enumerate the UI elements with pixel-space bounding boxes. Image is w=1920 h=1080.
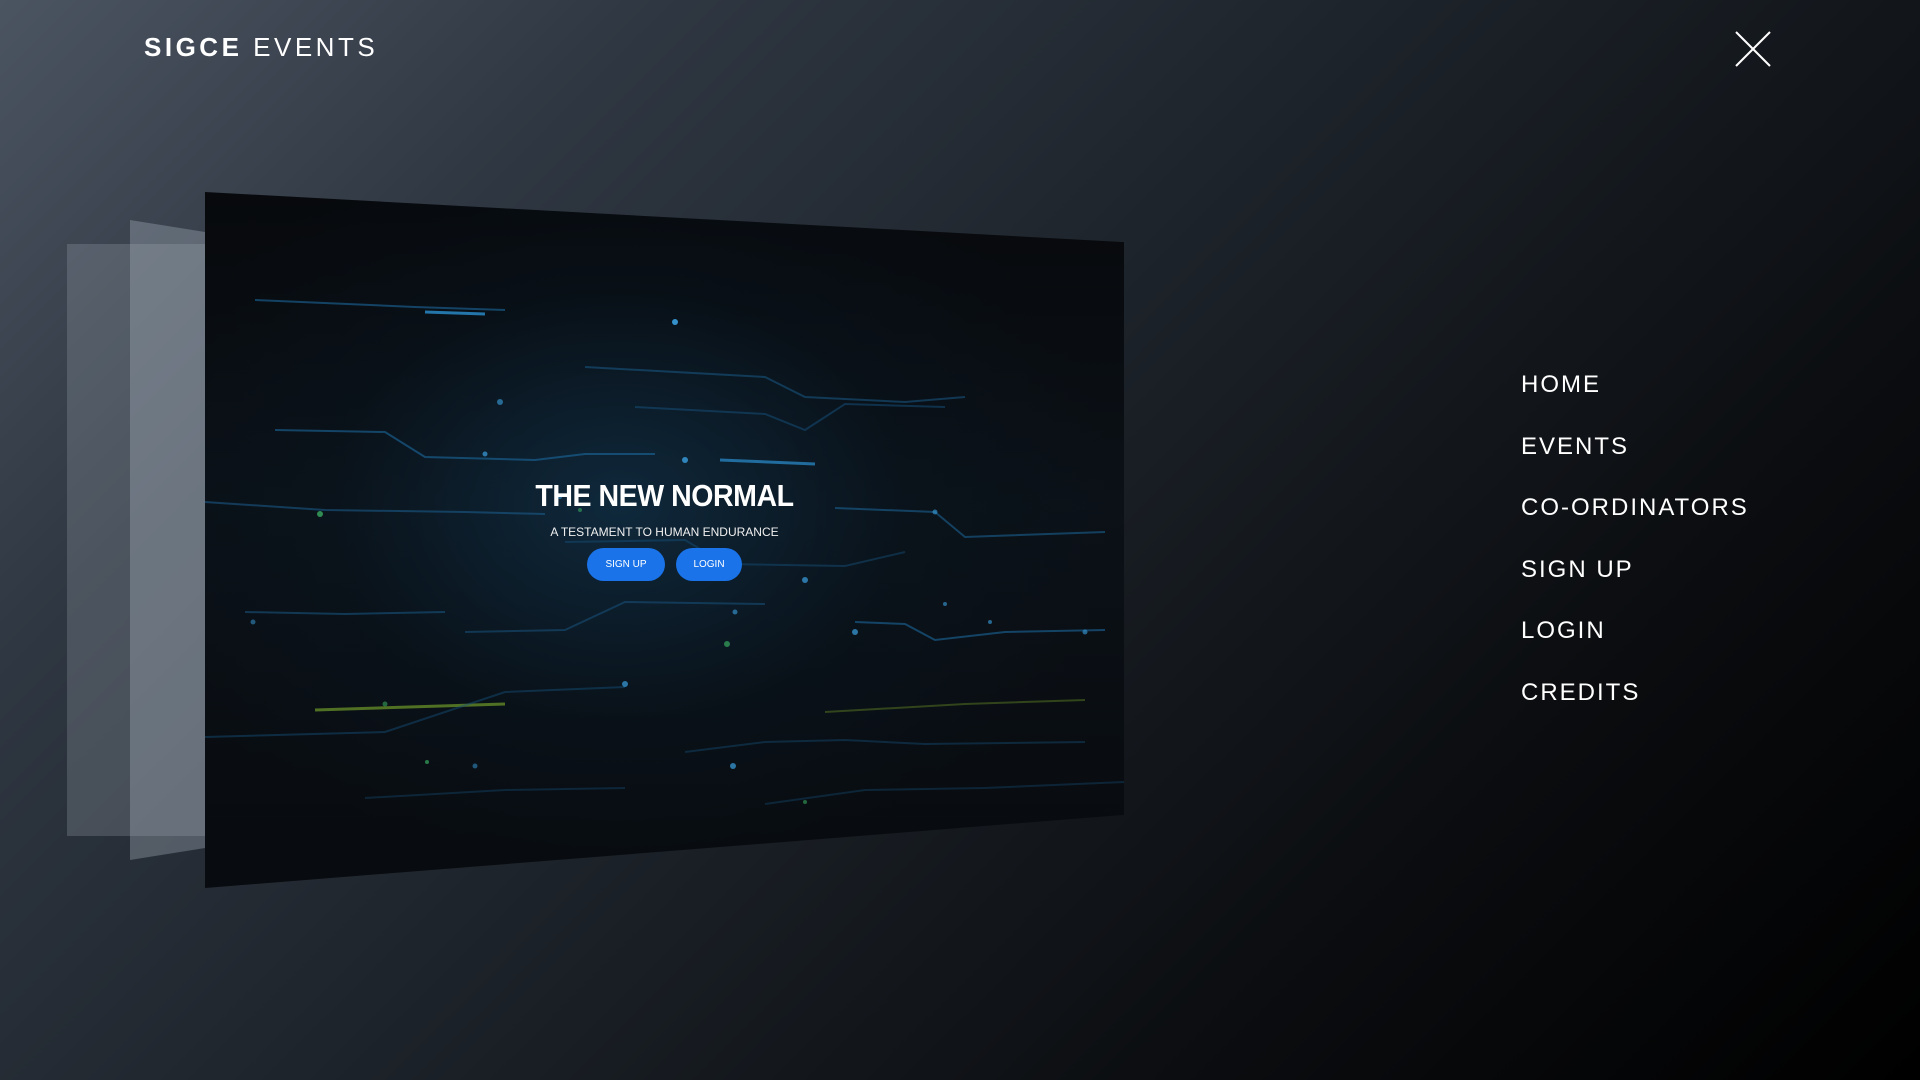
close-icon	[1735, 31, 1771, 67]
nav-item-home[interactable]: HOME	[1521, 368, 1749, 430]
nav-item-login[interactable]: LOGIN	[1521, 614, 1749, 676]
nav-item-signup[interactable]: SIGN UP	[1521, 553, 1749, 615]
hero-subtitle: A TESTAMENT TO HUMAN ENDURANCE	[550, 525, 779, 539]
nav-item-coordinators[interactable]: CO-ORDINATORS	[1521, 491, 1749, 553]
brand-name: SIGCE	[144, 32, 243, 62]
nav-item-events[interactable]: EVENTS	[1521, 430, 1749, 492]
preview-pane-front[interactable]: THE NEW NORMAL A TESTAMENT TO HUMAN ENDU…	[205, 192, 1124, 888]
brand-suffix: EVENTS	[253, 32, 379, 62]
hero-buttons: SIGN UP LOGIN	[205, 548, 1124, 581]
hero-section: THE NEW NORMAL A TESTAMENT TO HUMAN ENDU…	[205, 478, 1124, 581]
brand-logo[interactable]: SIGCE EVENTS	[144, 32, 378, 63]
close-menu-button[interactable]	[1734, 30, 1772, 68]
main-menu: HOME EVENTS CO-ORDINATORS SIGN UP LOGIN …	[1521, 368, 1749, 737]
hero-title: THE NEW NORMAL	[535, 478, 794, 513]
preview-signup-button[interactable]: SIGN UP	[587, 548, 665, 581]
nav-item-credits[interactable]: CREDITS	[1521, 676, 1749, 738]
preview-login-button[interactable]: LOGIN	[676, 548, 742, 581]
